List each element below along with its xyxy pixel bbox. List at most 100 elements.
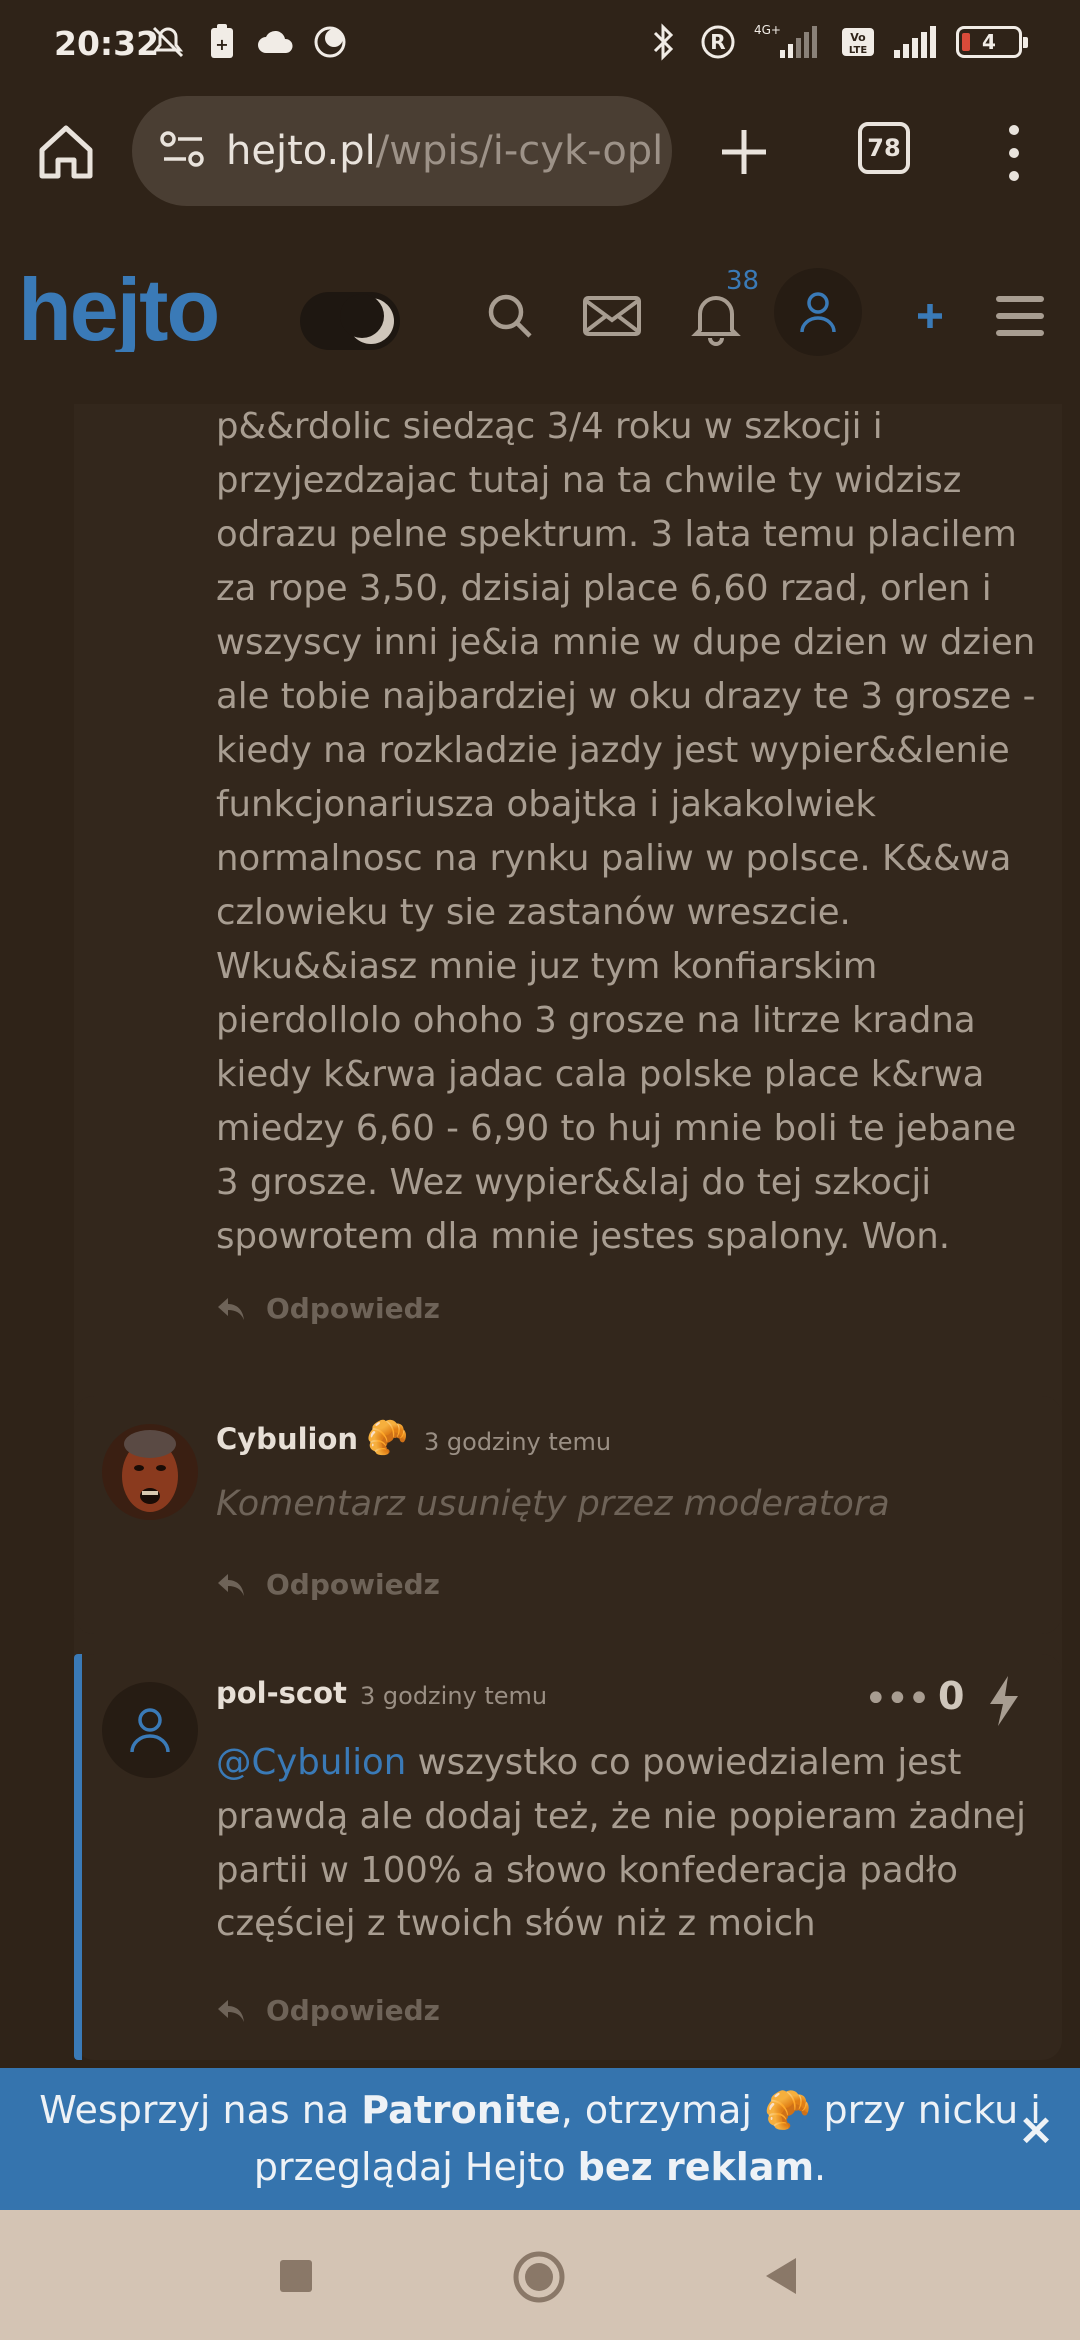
- more-options-button[interactable]: •••: [864, 1676, 931, 1722]
- notification-count: 38: [726, 266, 760, 296]
- comment-line: wszyscy inni je&ia mnie w dupe dzien w d…: [216, 622, 1036, 663]
- battery-icon: 4: [956, 26, 1028, 58]
- banner-line-1: Wesprzyj nas na Patronite, otrzymaj 🥐 pr…: [0, 2082, 1080, 2139]
- upvote-button[interactable]: [986, 1674, 1022, 1728]
- add-post-button[interactable]: [900, 286, 960, 346]
- patronite-link[interactable]: Patronite: [361, 2088, 561, 2132]
- system-nav-bar: [0, 2210, 1080, 2340]
- home-nav-button[interactable]: [512, 2250, 566, 2308]
- cloud-icon: [256, 22, 296, 62]
- logo-text: hejto: [18, 272, 218, 352]
- bluetooth-icon: [644, 22, 684, 62]
- comment-line: częściej z twoich słów niż z moich: [216, 1903, 816, 1945]
- url-path: /wpis/i-cyk-opl: [375, 128, 664, 174]
- no-ads-text: bez reklam: [577, 2145, 815, 2189]
- registered-icon: R: [698, 22, 738, 62]
- reply-button[interactable]: Odpowiedz: [216, 1568, 440, 1601]
- recents-button[interactable]: [278, 2258, 314, 2298]
- banner-text: przy nicku i: [811, 2088, 1041, 2132]
- reply-icon: [218, 1999, 244, 2022]
- deleted-comment-text: Komentarz usunięty przez moderatora: [216, 1484, 890, 1524]
- comment-line: prawdą ale dodaj też, że nie popieram ża…: [216, 1795, 1026, 1837]
- close-banner-button[interactable]: ×: [1014, 2108, 1058, 2152]
- network-label: 4G+: [754, 23, 781, 37]
- comment-time: 3 godziny temu: [360, 1682, 548, 1710]
- site-header: hejto 38: [0, 216, 1080, 404]
- night-mode-icon: [310, 22, 350, 62]
- search-icon: [488, 294, 532, 338]
- banner-text: Wesprzyj nas na: [39, 2088, 362, 2132]
- reply-icon: [218, 1573, 244, 1596]
- comment-line: kiedy k&rwa jadac cala polske place k&rw…: [216, 1054, 985, 1095]
- comment-line: normalnosc na rynku paliw w polsce. K&&w…: [216, 838, 1012, 879]
- status-bar: 20:32 + R 4G+ Vo LTE 4: [0, 0, 1080, 92]
- croissant-badge-icon: 🥐: [366, 1418, 409, 1458]
- comment-line: odrazu pelne spektrum. 3 lata temu placi…: [216, 514, 1017, 555]
- tab-switcher-button[interactable]: 78: [858, 122, 910, 174]
- back-triangle-icon: [766, 2258, 796, 2294]
- lightning-icon: [990, 1676, 1018, 1726]
- main-menu-button[interactable]: [990, 286, 1050, 346]
- comment-line: partii w 100% a słowo konfederacja padło: [216, 1849, 958, 1891]
- messages-button[interactable]: [582, 286, 642, 346]
- comment-line: za rope 3,50, dzisiaj place 6,60 rzad, o…: [216, 568, 992, 609]
- croissant-icon: 🥐: [764, 2088, 812, 2132]
- banner-line-2: przeglądaj Hejto bez reklam.: [0, 2139, 1080, 2196]
- reply-label: Odpowiedz: [266, 1292, 440, 1325]
- comment-line: 3 grosze. Wez wypier&&laj do tej szkocji: [216, 1162, 932, 1203]
- comment-line: spowrotem dla mnie jestes spalony. Won.: [216, 1216, 951, 1257]
- reply-icon: [218, 1297, 244, 1320]
- comments-list: p&&rdolic siedząc 3/4 roku w szkocji i p…: [0, 404, 1080, 2068]
- svg-text:LTE: LTE: [849, 45, 868, 56]
- comment-author[interactable]: Cybulion: [216, 1422, 358, 1456]
- comment-line: przyjezdzajac tutaj na ta chwile ty widz…: [216, 460, 962, 501]
- status-time: 20:32: [54, 24, 160, 63]
- back-button[interactable]: [762, 2256, 800, 2300]
- status-left-icons: +: [148, 22, 350, 62]
- theme-toggle[interactable]: [300, 292, 400, 350]
- comment-line: kiedy na rozkladzie jazdy jest wypier&&l…: [216, 730, 1010, 771]
- moon-icon: [340, 294, 394, 344]
- reply-button[interactable]: Odpowiedz: [216, 1292, 440, 1325]
- highlight-border: [74, 1654, 82, 2060]
- comment-line: p&&rdolic siedząc 3/4 roku w szkocji i: [216, 406, 883, 447]
- reply-label: Odpowiedz: [266, 1994, 440, 2027]
- volte-icon: Vo LTE: [838, 22, 878, 62]
- signal-4g-icon: 4G+: [752, 22, 824, 62]
- home-icon: [39, 125, 93, 179]
- avatar[interactable]: [102, 1682, 198, 1778]
- more-vertical-icon: [1009, 125, 1019, 181]
- search-button[interactable]: [480, 286, 540, 346]
- user-icon: [800, 292, 836, 333]
- comment-line: czlowieku ty sie zastanów wreszcie.: [216, 892, 851, 933]
- banner-text: przeglądaj Hejto: [253, 2145, 578, 2189]
- clipboard-icon: +: [202, 22, 242, 62]
- hejto-logo[interactable]: hejto: [18, 260, 268, 359]
- site-settings-icon[interactable]: [160, 129, 206, 173]
- comment-card: Cybulion 🥐 3 godziny temu Komentarz usun…: [74, 1396, 1062, 1634]
- home-button[interactable]: [34, 120, 98, 184]
- logo-icon: hejto: [18, 260, 220, 359]
- comment-body: @Cybulion wszystko co powiedzialem jest …: [216, 1736, 1056, 1951]
- browser-menu-button[interactable]: [996, 118, 1032, 188]
- comment-author[interactable]: pol-scot: [216, 1676, 347, 1710]
- svg-text:R: R: [710, 30, 725, 54]
- user-icon: [130, 1708, 170, 1753]
- url-text: hejto.pl/wpis/i-cyk-opl: [226, 128, 663, 174]
- user-menu-button[interactable]: [774, 268, 862, 356]
- hamburger-icon: [996, 296, 1044, 336]
- mute-icon: [148, 22, 188, 62]
- avatar[interactable]: [102, 1424, 198, 1520]
- plus-icon: [918, 304, 942, 328]
- comment-time: 3 godziny temu: [424, 1428, 612, 1456]
- status-right-icons: R 4G+ Vo LTE 4: [644, 22, 1028, 62]
- address-bar[interactable]: hejto.pl/wpis/i-cyk-opl: [132, 96, 672, 206]
- user-mention-link[interactable]: @Cybulion: [216, 1742, 406, 1783]
- comment-card-highlighted: pol-scot 3 godziny temu ••• 0 @Cybulion …: [74, 1654, 1062, 2060]
- reply-button[interactable]: Odpowiedz: [216, 1994, 440, 2027]
- reply-label: Odpowiedz: [266, 1568, 440, 1601]
- svg-text:+: +: [215, 35, 228, 54]
- new-tab-button[interactable]: [712, 120, 776, 184]
- signal-icon: [892, 22, 942, 62]
- envelope-icon: [583, 296, 641, 336]
